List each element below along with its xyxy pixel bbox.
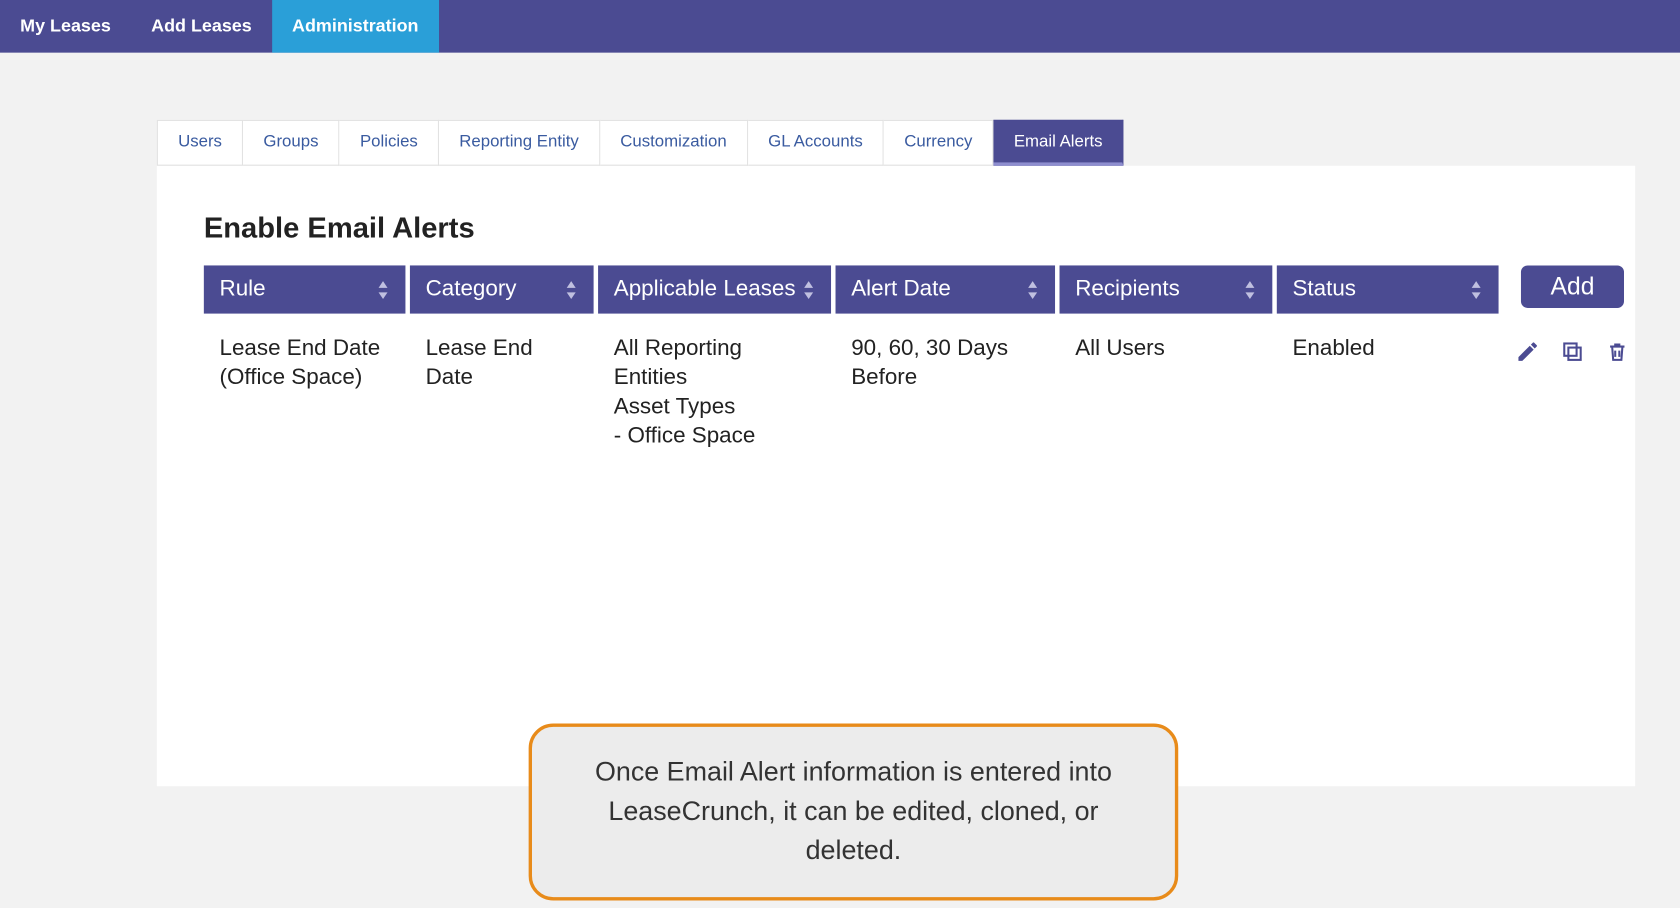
edit-icon[interactable]: [1515, 339, 1540, 369]
tab-policies[interactable]: Policies: [340, 120, 439, 166]
sort-icon[interactable]: [1026, 279, 1039, 299]
tab-label: Reporting Entity: [459, 132, 579, 151]
tab-label: Currency: [904, 132, 972, 151]
tab-currency[interactable]: Currency: [884, 120, 994, 166]
tab-customization[interactable]: Customization: [600, 120, 748, 166]
email-alerts-panel: Enable Email Alerts Rule Category Applic…: [157, 166, 1635, 786]
col-alert-date[interactable]: Alert Date: [836, 265, 1056, 313]
nav-label: Add Leases: [151, 16, 252, 36]
cell-status: Enabled: [1277, 318, 1499, 450]
nav-my-leases[interactable]: My Leases: [0, 0, 131, 53]
tab-label: GL Accounts: [768, 132, 863, 151]
col-label: Recipients: [1075, 277, 1180, 303]
col-label: Status: [1292, 277, 1356, 303]
sort-icon[interactable]: [802, 279, 815, 299]
sort-icon[interactable]: [376, 279, 389, 299]
nav-administration[interactable]: Administration: [272, 0, 439, 53]
tab-email-alerts[interactable]: Email Alerts: [994, 120, 1124, 166]
cell-category: Lease End Date: [410, 318, 594, 450]
nav-label: My Leases: [20, 16, 111, 36]
col-label: Rule: [220, 277, 266, 303]
sort-icon[interactable]: [564, 279, 577, 299]
sort-icon[interactable]: [1469, 279, 1482, 299]
col-rule[interactable]: Rule: [204, 265, 406, 313]
info-callout: Once Email Alert information is entered …: [529, 724, 1179, 901]
nav-label: Administration: [292, 16, 418, 36]
admin-tabs: Users Groups Policies Reporting Entity C…: [157, 120, 1680, 166]
cell-rule: Lease End Date (Office Space): [204, 318, 406, 450]
cell-recipients: All Users: [1060, 318, 1273, 450]
add-label: Add: [1551, 272, 1595, 300]
delete-icon[interactable]: [1605, 339, 1630, 369]
col-label: Alert Date: [851, 277, 951, 303]
callout-text: Once Email Alert information is entered …: [595, 757, 1112, 865]
col-label: Category: [426, 277, 517, 303]
tab-groups[interactable]: Groups: [243, 120, 340, 166]
tab-label: Users: [178, 132, 222, 151]
col-applicable-leases[interactable]: Applicable Leases: [598, 265, 831, 313]
add-button[interactable]: Add: [1521, 265, 1623, 308]
col-recipients[interactable]: Recipients: [1060, 265, 1273, 313]
col-label: Applicable Leases: [614, 277, 796, 303]
tab-label: Policies: [360, 132, 418, 151]
nav-add-leases[interactable]: Add Leases: [131, 0, 272, 53]
top-navigation: My Leases Add Leases Administration: [0, 0, 1680, 53]
tab-label: Email Alerts: [1014, 132, 1103, 151]
col-category[interactable]: Category: [410, 265, 594, 313]
clone-icon[interactable]: [1560, 339, 1585, 369]
row-actions: [1515, 339, 1629, 369]
sort-icon[interactable]: [1243, 279, 1256, 299]
tab-reporting-entity[interactable]: Reporting Entity: [439, 120, 600, 166]
tab-label: Groups: [263, 132, 318, 151]
tab-label: Customization: [620, 132, 726, 151]
col-status[interactable]: Status: [1277, 265, 1499, 313]
alerts-table: Rule Category Applicable Leases Alert Da…: [204, 265, 1499, 450]
tab-users[interactable]: Users: [157, 120, 243, 166]
cell-alert-date: 90, 60, 30 Days Before: [836, 318, 1056, 450]
tab-gl-accounts[interactable]: GL Accounts: [748, 120, 884, 166]
panel-title: Enable Email Alerts: [204, 211, 1588, 246]
cell-applicable: All Reporting Entities Asset Types - Off…: [598, 318, 831, 450]
